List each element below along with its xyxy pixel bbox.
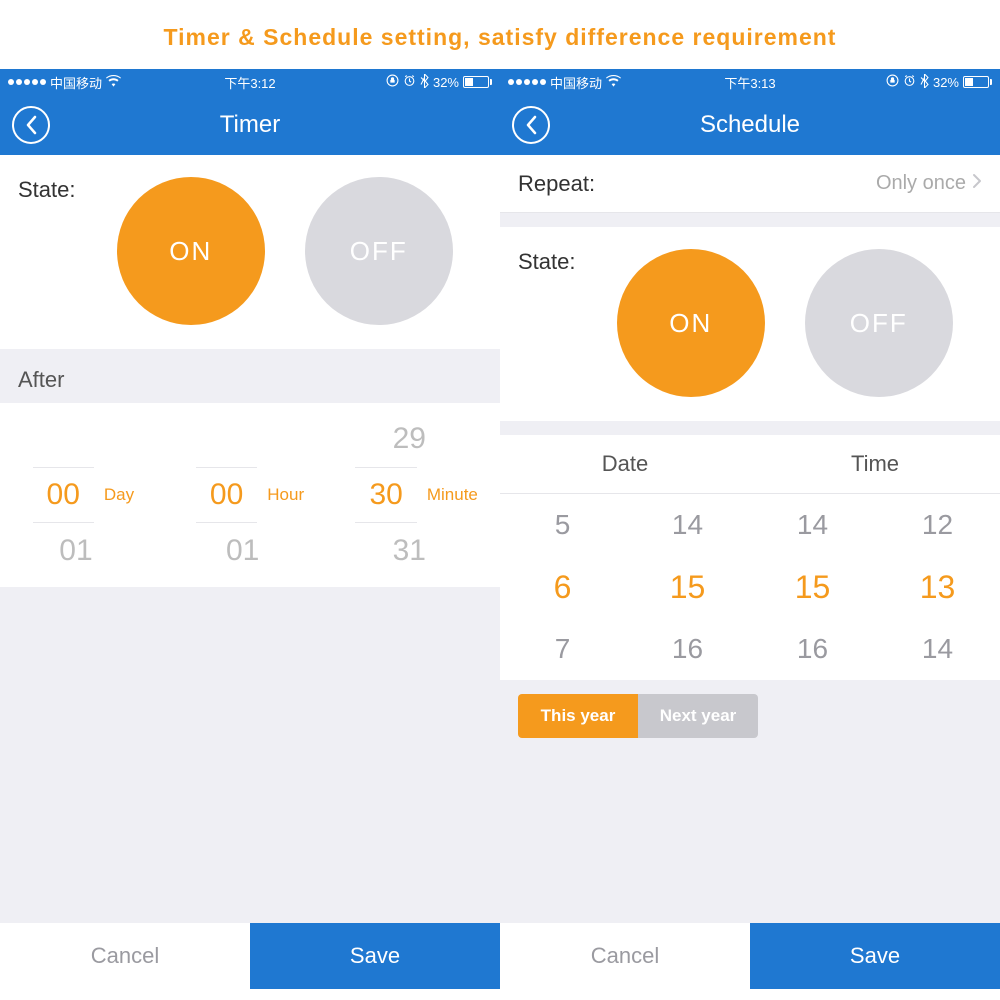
- state-on-button[interactable]: ON: [617, 249, 765, 397]
- state-row: State: ON OFF: [500, 227, 1000, 421]
- status-time: 下午3:12: [224, 73, 275, 92]
- alarm-icon: [403, 74, 416, 90]
- next-year-button[interactable]: Next year: [638, 694, 758, 738]
- repeat-label: Repeat:: [518, 171, 595, 197]
- picker-hour-column[interactable]: 14 15 16: [750, 494, 875, 680]
- battery-icon: [963, 76, 992, 88]
- carrier-label: 中国移动: [550, 73, 602, 92]
- state-row: State: ON OFF: [0, 155, 500, 349]
- cancel-button[interactable]: Cancel: [500, 923, 750, 989]
- repeat-value: Only once: [876, 172, 966, 195]
- status-time: 下午3:13: [724, 73, 775, 92]
- phone-timer: 中国移动 下午3:12 32%: [0, 69, 500, 989]
- bluetooth-icon: [920, 74, 929, 91]
- chevron-right-icon: [972, 172, 982, 195]
- orientation-lock-icon: [886, 74, 899, 90]
- picker-day-column[interactable]: 14 15 16: [625, 494, 750, 680]
- cancel-button[interactable]: Cancel: [0, 923, 250, 989]
- marketing-banner: Timer & Schedule setting, satisfy differ…: [0, 0, 1000, 69]
- nav-bar: Timer: [0, 95, 500, 155]
- battery-pct: 32%: [433, 75, 459, 90]
- date-header-label: Date: [500, 435, 750, 493]
- battery-icon: [463, 76, 492, 88]
- wifi-icon: [606, 75, 621, 90]
- picker-hour-column[interactable]: . 00Hour 01.: [167, 411, 334, 579]
- bottom-bar: Cancel Save: [0, 923, 500, 989]
- phone-schedule: 中国移动 下午3:13 32%: [500, 69, 1000, 989]
- nav-title: Schedule: [700, 111, 800, 139]
- state-off-button[interactable]: OFF: [805, 249, 953, 397]
- state-label: State:: [518, 239, 575, 275]
- status-bar: 中国移动 下午3:12 32%: [0, 69, 500, 95]
- back-button[interactable]: [512, 106, 550, 144]
- nav-bar: Schedule: [500, 95, 1000, 155]
- back-button[interactable]: [12, 106, 50, 144]
- after-header: After: [0, 349, 500, 403]
- wifi-icon: [106, 75, 121, 90]
- bluetooth-icon: [420, 74, 429, 91]
- state-label: State:: [18, 167, 75, 203]
- save-button[interactable]: Save: [250, 923, 500, 989]
- datetime-picker[interactable]: 5 6 7 14 15 16 14 15 16 12 13 14: [500, 494, 1000, 680]
- repeat-row[interactable]: Repeat: Only once: [500, 155, 1000, 213]
- signal-dots-icon: [8, 79, 46, 85]
- bottom-bar: Cancel Save: [500, 923, 1000, 989]
- after-picker[interactable]: . 00Day 01. . 00Hour 01. 29. 30Minute 31…: [0, 403, 500, 587]
- save-button[interactable]: Save: [750, 923, 1000, 989]
- year-segment: This year Next year: [518, 694, 758, 738]
- carrier-label: 中国移动: [50, 73, 102, 92]
- picker-minute-column[interactable]: 29. 30Minute 31.: [333, 411, 500, 579]
- time-header-label: Time: [750, 435, 1000, 493]
- picker-day-column[interactable]: . 00Day 01.: [0, 411, 167, 579]
- nav-title: Timer: [220, 111, 280, 139]
- state-off-button[interactable]: OFF: [305, 177, 453, 325]
- state-on-button[interactable]: ON: [117, 177, 265, 325]
- date-time-header: Date Time: [500, 435, 1000, 494]
- signal-dots-icon: [508, 79, 546, 85]
- status-bar: 中国移动 下午3:13 32%: [500, 69, 1000, 95]
- orientation-lock-icon: [386, 74, 399, 90]
- picker-minute-column[interactable]: 12 13 14: [875, 494, 1000, 680]
- battery-pct: 32%: [933, 75, 959, 90]
- picker-month-column[interactable]: 5 6 7: [500, 494, 625, 680]
- this-year-button[interactable]: This year: [518, 694, 638, 738]
- alarm-icon: [903, 74, 916, 90]
